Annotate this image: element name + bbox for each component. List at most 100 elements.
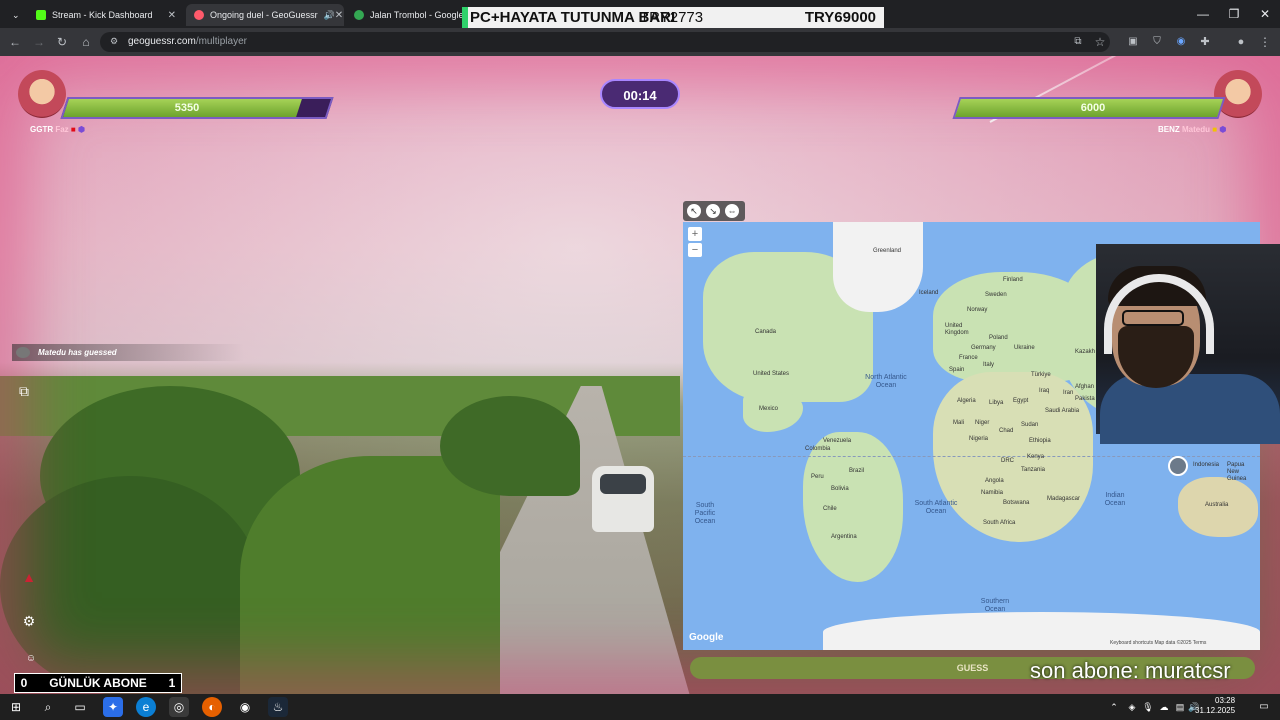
speaker-icon[interactable]: 🔊	[324, 10, 335, 21]
obs-icon[interactable]: ◉	[235, 697, 255, 717]
label-angola: Angola	[985, 478, 1004, 484]
label-france: France	[959, 355, 978, 361]
tab-google-maps[interactable]: Jalan Trombol - Google Ha	[346, 4, 462, 26]
extension-icon[interactable]: ▣	[1124, 33, 1142, 51]
google-logo: Google	[689, 632, 724, 643]
compass-icon[interactable]: ▲	[18, 566, 40, 588]
url-path: /multiplayer	[195, 36, 247, 47]
task-view-icon[interactable]: ▭	[70, 697, 90, 717]
map-zoom-out-button[interactable]: −	[688, 243, 702, 257]
close-icon[interactable]: ✕	[168, 10, 176, 21]
label-germany: Germany	[971, 345, 996, 351]
shield-icon[interactable]: ⛉	[1148, 33, 1166, 51]
menu-kebab-icon[interactable]: ⋮	[1256, 33, 1274, 51]
cast-icon[interactable]: ⧉	[1069, 33, 1087, 51]
label-australia: Australia	[1205, 502, 1229, 508]
last-subscriber: son abone: muratcsr	[1030, 658, 1231, 683]
map-shrink-icon[interactable]: ↘	[706, 204, 720, 218]
map-zoom-in-button[interactable]: +	[688, 227, 702, 241]
opponent-guessed-notice: Matedu has guessed	[12, 344, 244, 361]
opponent-guess-marker	[1168, 456, 1188, 476]
system-clock[interactable]: 03:28 31.12.2025	[1195, 696, 1235, 716]
label-nigeria: Nigeria	[969, 436, 989, 442]
label-norway: Norway	[967, 307, 988, 313]
label-botswana: Botswana	[1003, 500, 1030, 506]
map-pin-toggle-icon[interactable]: ⇔	[725, 204, 739, 218]
profile-avatar[interactable]: ●	[1232, 33, 1250, 51]
puzzle-icon[interactable]: ✚	[1196, 33, 1214, 51]
label-sudan: Sudan	[1021, 422, 1039, 428]
label-ethiopia: Ethiopia	[1029, 438, 1051, 444]
label-mali: Mali	[953, 420, 965, 426]
label-namibia: Namibia	[981, 490, 1004, 496]
label-iceland: Iceland	[919, 290, 939, 296]
forward-button[interactable]: →	[30, 33, 48, 51]
tab-search-button[interactable]: ⌄	[4, 4, 24, 26]
address-bar[interactable]	[100, 32, 1110, 52]
goal-current: TRY2773	[640, 9, 704, 26]
geoguessr-icon	[194, 10, 204, 20]
label-iran: Iran	[1063, 390, 1074, 396]
copilot-icon[interactable]: ✦	[103, 697, 123, 717]
map-attribution[interactable]: Keyboard shortcuts Map data ©2025 Terms	[1110, 640, 1206, 646]
label-southern-ocean: Southern Ocean	[980, 598, 1010, 613]
chrome-icon[interactable]: ◎	[169, 697, 189, 717]
label-finland: Finland	[1003, 277, 1023, 283]
label-kazakhstan: Kazakh	[1075, 349, 1096, 355]
tab-title: Stream - Kick Dashboard	[52, 10, 153, 20]
sub-counter-right: 1	[168, 676, 176, 690]
notification-icon[interactable]: ▭	[1254, 697, 1274, 717]
label-south-atlantic-ocean: South Atlantic Ocean	[914, 500, 958, 515]
tab-title: Jalan Trombol - Google Ha	[370, 10, 462, 20]
label-united-states: United States	[753, 371, 790, 377]
label-canada: Canada	[755, 329, 777, 335]
label-drc: DRC	[1001, 458, 1014, 464]
label-greenland: Greenland	[873, 248, 902, 254]
windows-start-icon[interactable]: ⊞	[6, 697, 26, 717]
player-left-score: 5350	[174, 102, 200, 114]
tab-geoguessr[interactable]: Ongoing duel - GeoGuessr 🔊 ✕	[186, 4, 344, 26]
bookmark-star-icon[interactable]: ☆	[1091, 33, 1109, 51]
label-turkiye: Türkiye	[1031, 372, 1051, 378]
label-italy: Italy	[983, 362, 995, 368]
home-button[interactable]: ⌂	[77, 33, 95, 51]
back-button[interactable]: ←	[6, 33, 24, 51]
label-ukraine: Ukraine	[1014, 345, 1035, 351]
steam-icon[interactable]: ♨	[268, 697, 288, 717]
player-right-tag: BENZ	[1158, 125, 1180, 134]
grass-verge	[240, 456, 500, 694]
daily-sub-counter: 0 GÜNLÜK ABONE 1	[14, 673, 182, 693]
player-right-score: 6000	[1080, 102, 1106, 114]
settings-gear-icon[interactable]: ⚙	[18, 610, 40, 632]
report-icon[interactable]: ⧉	[13, 380, 35, 402]
label-chile: Chile	[823, 506, 837, 512]
greenland-landmass	[833, 222, 923, 312]
firefox-icon[interactable]: ◐	[202, 697, 222, 717]
vpn-icon[interactable]: ◉	[1172, 33, 1190, 51]
player-left-tag: GGTR	[30, 125, 54, 134]
label-north-atlantic-ocean: North Atlantic Ocean	[865, 374, 907, 389]
label-poland: Poland	[989, 335, 1008, 341]
reload-button[interactable]: ↻	[53, 33, 71, 51]
search-icon[interactable]: ⌕	[38, 697, 58, 717]
url-text[interactable]: geoguessr.com/multiplayer	[128, 36, 247, 47]
level-badge-icon: ⬢	[78, 125, 85, 134]
emote-icon[interactable]: ☺	[20, 648, 42, 670]
edge-icon[interactable]: e	[136, 697, 156, 717]
label-iraq: Iraq	[1039, 388, 1050, 394]
restore-button[interactable]: ❐	[1219, 4, 1249, 24]
site-info-icon[interactable]: ⚙	[110, 36, 118, 47]
tray-overflow-icon[interactable]: ⌃	[1104, 697, 1124, 717]
label-indian-ocean: Indian Ocean	[1104, 492, 1126, 507]
close-window-button[interactable]: ✕	[1250, 4, 1280, 24]
label-algeria: Algeria	[957, 398, 976, 404]
opponent-avatar-icon	[16, 347, 30, 358]
map-expand-icon[interactable]: ↖	[687, 204, 701, 218]
belgium-flag-icon: ■	[1212, 125, 1218, 134]
close-icon[interactable]: ✕	[335, 10, 343, 21]
central-america	[743, 392, 803, 432]
kick-icon	[36, 10, 46, 20]
tab-kick-dashboard[interactable]: Stream - Kick Dashboard ✕	[28, 4, 184, 26]
minimize-button[interactable]: —	[1188, 4, 1218, 24]
turkey-flag-icon: ■	[70, 125, 76, 134]
